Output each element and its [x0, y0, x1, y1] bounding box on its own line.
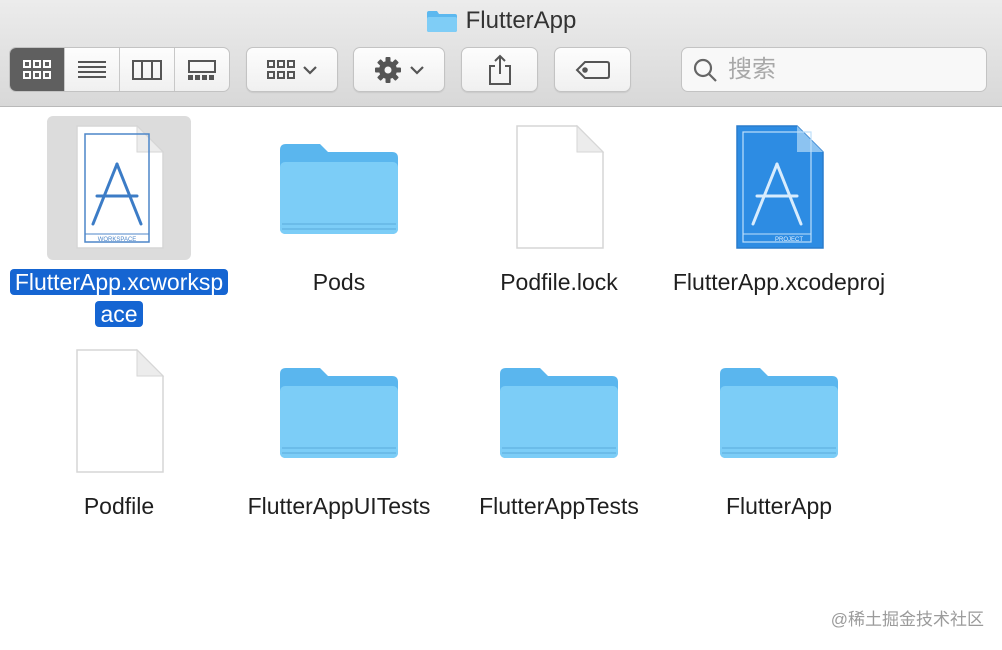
file-item-pods[interactable]: Pods	[229, 116, 449, 298]
file-label: Podfile	[83, 493, 155, 519]
file-item-workspace[interactable]: WORKSPACE FlutterApp.xcworkspace	[9, 116, 229, 330]
folder-icon	[280, 368, 398, 458]
chevron-down-icon	[410, 65, 424, 75]
xcode-project-icon: PROJECT	[736, 125, 824, 249]
view-mode-segmented-control	[9, 47, 230, 92]
search-icon	[693, 58, 717, 82]
file-item-podfile[interactable]: Podfile	[9, 340, 229, 522]
document-icon	[516, 124, 605, 249]
project-file-icon-box: PROJECT	[707, 116, 851, 260]
file-label: Podfile.lock	[500, 269, 618, 295]
gear-icon	[375, 56, 401, 83]
file-label: Pods	[312, 269, 366, 295]
folder-icon-box	[267, 116, 411, 260]
gallery-icon	[188, 59, 216, 80]
file-item-ui-tests[interactable]: FlutterAppUITests	[229, 340, 449, 522]
tag-icon	[575, 60, 610, 79]
folder-icon	[280, 144, 398, 234]
finder-toolbar: FlutterApp	[0, 0, 1002, 107]
action-button[interactable]	[353, 47, 445, 92]
tag-button[interactable]	[554, 47, 631, 92]
file-item-tests[interactable]: FlutterAppTests	[449, 340, 669, 522]
file-label: FlutterAppUITests	[247, 493, 431, 519]
folder-icon	[500, 368, 618, 458]
file-label: FlutterApp.xcodeproj	[672, 269, 886, 295]
list-icon	[78, 60, 106, 78]
window-title: FlutterApp	[0, 6, 1002, 36]
share-icon	[488, 54, 511, 85]
file-label: FlutterApp.xcworkspace	[9, 266, 229, 330]
document-icon-box	[47, 340, 191, 484]
workspace-icon-caption: WORKSPACE	[98, 237, 137, 243]
folder-icon	[426, 11, 457, 32]
search-field[interactable]	[681, 47, 987, 92]
workspace-file-icon: WORKSPACE	[76, 124, 165, 249]
document-icon-box	[487, 116, 631, 260]
search-input[interactable]	[726, 54, 970, 85]
workspace-file-icon-box: WORKSPACE	[47, 116, 191, 260]
file-item-podfile-lock[interactable]: Podfile.lock	[449, 116, 669, 298]
folder-icon-box	[707, 340, 851, 484]
watermark: @稀土掘金技术社区	[830, 610, 984, 629]
document-icon	[76, 348, 165, 473]
columns-icon	[132, 59, 162, 80]
chevron-down-icon	[303, 65, 317, 75]
file-item-xcodeproj[interactable]: PROJECT FlutterApp.xcodeproj	[669, 116, 889, 298]
file-label: FlutterAppTests	[479, 493, 639, 519]
window-title-text: FlutterApp	[465, 7, 577, 34]
icon-view-button[interactable]	[10, 48, 65, 91]
file-label: FlutterApp	[725, 493, 833, 519]
column-view-button[interactable]	[120, 48, 175, 91]
share-button[interactable]	[461, 47, 538, 92]
grid-dropdown-icon	[267, 59, 295, 79]
gallery-view-button[interactable]	[175, 48, 229, 91]
folder-icon-box	[487, 340, 631, 484]
list-view-button[interactable]	[65, 48, 120, 91]
file-item-flutterapp-folder[interactable]: FlutterApp	[669, 340, 889, 522]
project-icon-caption: PROJECT	[775, 237, 803, 243]
group-by-button[interactable]	[246, 47, 338, 92]
folder-icon	[720, 368, 838, 458]
folder-icon-box	[267, 340, 411, 484]
grid-icon	[23, 59, 51, 79]
